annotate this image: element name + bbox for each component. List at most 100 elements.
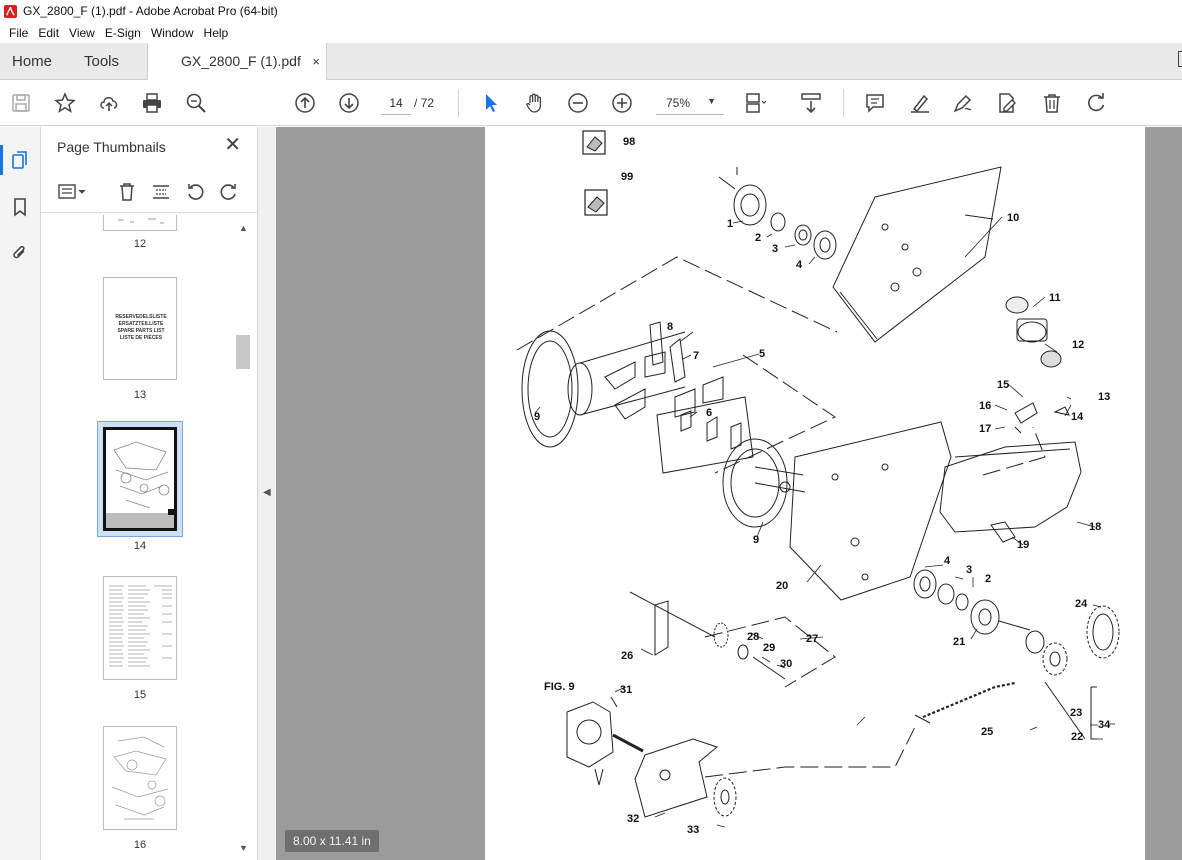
thumbnail-list: 12 RESERVEDELSLISTE ERSATZTEILLISTE SPAR…: [41, 215, 236, 860]
close-icon[interactable]: ✕: [224, 135, 241, 155]
scroll-mode-icon[interactable]: [798, 90, 824, 116]
thumbnail-page-number: 15: [133, 689, 147, 701]
zoom-dropdown[interactable]: 75% ▼: [656, 91, 724, 115]
callout-99: 99: [621, 171, 633, 183]
highlight-icon[interactable]: [907, 90, 933, 116]
rotate-left-icon[interactable]: [182, 179, 208, 205]
callout-30: 30: [780, 658, 792, 670]
menu-esign[interactable]: E-Sign: [100, 26, 146, 40]
thumbnail-page-number: 14: [133, 540, 147, 552]
callout-13: 13: [1098, 391, 1110, 403]
callout-31: 31: [620, 684, 632, 696]
callout-11: 11: [1049, 292, 1061, 304]
thumbnail-options-icon[interactable]: [55, 179, 91, 205]
callout-4-lower: 4: [944, 555, 951, 567]
star-icon[interactable]: [52, 90, 78, 116]
callout-33: 33: [687, 824, 699, 836]
callout-21: 21: [953, 636, 965, 648]
menu-view[interactable]: View: [64, 26, 100, 40]
thumbnail-toolbar: [41, 173, 258, 213]
save-icon[interactable]: [8, 90, 34, 116]
bookmark-icon[interactable]: [6, 193, 34, 221]
callout-10: 10: [1007, 212, 1019, 224]
thumb-text-line: SPARE PARTS LIST: [117, 328, 165, 334]
tab-bar: Home Tools GX_2800_F (1).pdf ×: [0, 43, 1182, 81]
callout-22: 22: [1071, 731, 1083, 743]
figure-label: FIG. 9: [544, 681, 575, 693]
callout-20: 20: [776, 580, 788, 592]
menu-help[interactable]: Help: [199, 26, 234, 40]
thumbnail-page-12[interactable]: [103, 215, 177, 231]
tab-home[interactable]: Home: [12, 43, 52, 80]
callout-29: 29: [763, 642, 775, 654]
thumbnail-page-13[interactable]: RESERVEDELSLISTE ERSATZTEILLISTE SPARE P…: [103, 277, 177, 380]
collapse-left-icon[interactable]: ◀: [263, 487, 271, 498]
callout-34: 34: [1098, 719, 1111, 731]
callout-23: 23: [1070, 707, 1082, 719]
active-indicator: [0, 145, 3, 175]
page-thumbnails-icon[interactable]: [6, 146, 34, 174]
zoom-out-icon[interactable]: [565, 90, 591, 116]
scroll-down-icon[interactable]: ▼: [239, 843, 248, 853]
hand-icon[interactable]: [522, 90, 548, 116]
comment-icon[interactable]: [862, 90, 888, 116]
thumbnail-scrollbar-thumb[interactable]: [236, 335, 250, 369]
page-total: / 72: [414, 96, 435, 110]
rotate-right-icon[interactable]: [216, 179, 242, 205]
callout-14: 14: [1071, 411, 1084, 423]
callout-9-left: 9: [534, 411, 540, 423]
scroll-up-icon[interactable]: ▲: [239, 223, 248, 233]
callout-28: 28: [747, 631, 759, 643]
exploded-parts-diagram: 98 99 1 2 3 4 10 11 12 13 14 15 16 17 5 …: [516, 130, 1120, 836]
callout-18: 18: [1089, 521, 1101, 533]
callout-3-lower: 3: [966, 564, 972, 576]
cloud-upload-icon[interactable]: [96, 90, 122, 116]
menu-window[interactable]: Window: [146, 26, 199, 40]
callout-7: 7: [693, 350, 699, 362]
title-bar: GX_2800_F (1).pdf - Adobe Acrobat Pro (6…: [0, 0, 1182, 22]
tab-document-label: GX_2800_F (1).pdf: [181, 53, 301, 69]
panel-collapse-strip[interactable]: ◀: [258, 127, 276, 860]
callout-9-right: 9: [753, 534, 759, 546]
thumbnail-page-15[interactable]: [103, 576, 177, 680]
search-zoom-icon[interactable]: [183, 90, 209, 116]
zoom-value: 75%: [666, 96, 691, 110]
page-preview: [118, 218, 164, 224]
tab-document[interactable]: GX_2800_F (1).pdf ×: [147, 43, 327, 81]
insert-page-icon[interactable]: [148, 179, 174, 205]
window-edge-icon: [1178, 51, 1182, 67]
main-toolbar: / 72 75% ▼: [0, 80, 1182, 126]
redo-icon[interactable]: [1083, 90, 1109, 116]
thumbnail-page-number: 16: [133, 839, 147, 851]
page-up-icon[interactable]: [292, 90, 318, 116]
page-number-input[interactable]: [381, 91, 411, 115]
callout-1: 1: [727, 218, 733, 230]
document-view[interactable]: 98 99 1 2 3 4 10 11 12 13 14 15 16 17 5 …: [276, 127, 1182, 860]
print-icon[interactable]: [139, 90, 165, 116]
select-cursor-icon[interactable]: [478, 90, 504, 116]
callout-16: 16: [979, 400, 991, 412]
fit-page-icon[interactable]: [742, 90, 768, 116]
thumbnail-page-14[interactable]: [103, 427, 177, 531]
callout-15: 15: [997, 379, 1009, 391]
delete-page-icon[interactable]: [114, 179, 140, 205]
thumb-text-line: LISTE DE PIÈCES: [119, 335, 163, 341]
menu-bar: File Edit View E-Sign Window Help: [0, 22, 1182, 43]
window-title: GX_2800_F (1).pdf - Adobe Acrobat Pro (6…: [23, 4, 278, 18]
panel-title: Page Thumbnails: [57, 139, 166, 155]
sign-icon[interactable]: [950, 90, 976, 116]
delete-icon[interactable]: [1039, 90, 1065, 116]
attachment-icon[interactable]: [6, 239, 34, 267]
thumbnail-panel: Page Thumbnails ✕ 12 RESERVEDELSLISTE ER…: [41, 127, 258, 860]
thumbnail-page-number: 12: [133, 238, 147, 250]
menu-file[interactable]: File: [4, 26, 33, 40]
menu-edit[interactable]: Edit: [33, 26, 64, 40]
page-preview: [111, 736, 169, 820]
thumbnail-page-16[interactable]: [103, 726, 177, 830]
page-down-icon[interactable]: [336, 90, 362, 116]
edit-pdf-icon[interactable]: [994, 90, 1020, 116]
zoom-in-icon[interactable]: [609, 90, 635, 116]
thumb-text-line: RESERVEDELSLISTE: [115, 314, 167, 320]
tab-close-icon[interactable]: ×: [312, 54, 320, 69]
tab-tools[interactable]: Tools: [84, 43, 119, 80]
